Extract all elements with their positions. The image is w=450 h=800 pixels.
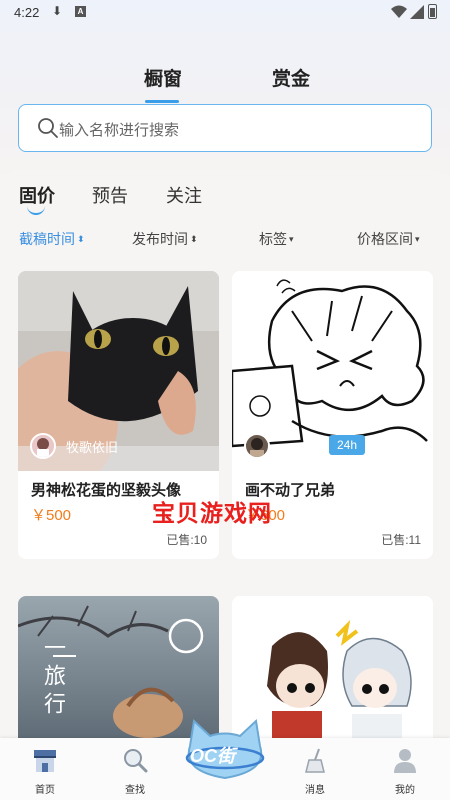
filter-publish-time[interactable]: 发布时间 ⬍ [132,229,198,249]
user-icon [394,749,416,773]
oc-street-button[interactable]: OC街 [180,716,270,786]
filter-deadline[interactable]: 截稿时间 ⬍ [19,229,85,249]
filter-tags[interactable]: 标签 ▾ [259,229,294,249]
status-bar: 4:22 ⬇ A [0,0,450,26]
filter-price-range-label: 价格区间 [357,231,413,247]
filter-deadline-label: 截稿时间 [19,231,75,247]
magnifier-icon [124,749,148,773]
status-time: 4:22 [14,5,40,20]
nav-messages[interactable]: 消息 [285,738,345,800]
tab-active-indicator [145,100,179,103]
subtab-following[interactable]: 关注 [166,182,202,208]
nav-profile[interactable]: 我的 [375,738,435,800]
oc-street-label: OC街 [190,746,235,766]
dropdown-arrow-icon: ▾ [415,234,420,244]
nav-search[interactable]: 查找 [105,738,165,800]
filter-bar: 截稿时间 ⬍ 发布时间 ⬍ 标签 ▾ 价格区间 ▾ [0,229,450,251]
avatar [244,433,270,459]
sort-arrows-icon: ⬍ [77,234,85,244]
subtab-preview[interactable]: 预告 [92,182,128,208]
avatar [30,433,56,459]
nav-messages-label: 消息 [305,785,325,796]
search-placeholder: 输入名称进行搜索 [59,122,180,139]
top-tabs: 橱窗 赏金 [0,64,450,104]
dropdown-arrow-icon: ▾ [289,234,294,244]
search-input[interactable]: 输入名称进行搜索 [18,104,432,152]
a-notification-icon: A [75,6,86,17]
sort-arrows-icon: ⬍ [190,234,198,244]
battery-icon [428,4,437,19]
nav-home-label: 首页 [35,785,55,796]
filter-price-range[interactable]: 价格区间 ▾ [357,229,420,249]
download-icon: ⬇ [52,4,63,18]
sold-count: 已售:10 [166,533,207,547]
wifi-icon [391,5,407,18]
watermark-text: 宝贝游戏网 [152,500,272,526]
nav-profile-label: 我的 [395,785,415,796]
author-name: 牧歌依旧 [66,440,119,455]
signal-icon [410,5,424,19]
filter-tags-label: 标签 [259,231,287,247]
sub-tabs: 固价 预告 关注 [0,182,450,222]
sold-count: 已售:11 [381,533,421,547]
art-text: 一 旅 行 [41,636,66,715]
time-badge: 24h [329,435,365,455]
shop-icon [34,750,56,772]
search-icon [38,118,58,138]
nav-search-label: 查找 [125,785,145,796]
filter-publish-time-label: 发布时间 [132,231,188,247]
tab-bounty[interactable]: 赏金 [272,64,310,91]
nav-home[interactable]: 首页 [15,738,75,800]
tab-showcase[interactable]: 橱窗 [144,64,182,91]
product-price: ￥500 [31,507,72,524]
broom-icon [305,748,325,773]
